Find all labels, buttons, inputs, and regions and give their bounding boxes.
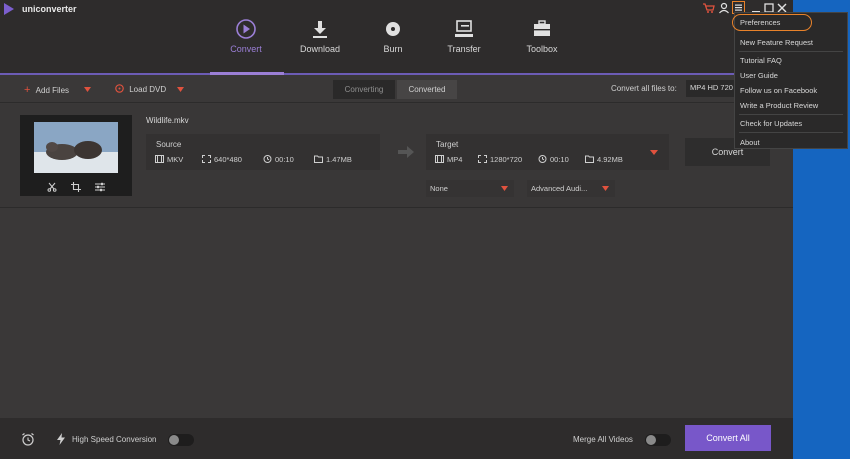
alarm-clock-icon[interactable] (21, 432, 35, 446)
target-format: MP4 (435, 155, 462, 164)
file-name: Wildlife.mkv (146, 116, 189, 125)
app-title: uniconverter (22, 4, 77, 14)
target-info: Target MP4 1280*720 00:10 4.92MB (426, 134, 669, 170)
menu-divider (739, 114, 843, 115)
add-files-dropdown-icon[interactable] (84, 87, 91, 92)
disc-icon (386, 22, 400, 36)
menu-item-check-updates[interactable]: Check for Updates (740, 119, 802, 128)
source-title: Source (156, 140, 182, 149)
menu-divider (739, 51, 843, 52)
tab-converted[interactable]: Converted (397, 80, 457, 99)
source-duration: 00:10 (263, 155, 294, 164)
toolbox-icon (534, 20, 550, 36)
source-info: Source MKV 640*480 00:10 1.47MB (146, 134, 380, 170)
source-format-value: MKV (167, 155, 184, 164)
convert-all-button[interactable]: Convert All (685, 425, 771, 451)
tab-transfer[interactable]: Transfer (446, 18, 482, 54)
load-dvd-dropdown-icon[interactable] (177, 87, 184, 92)
cart-icon[interactable] (702, 2, 716, 14)
clock-icon (538, 155, 547, 163)
menu-item-follow-facebook[interactable]: Follow us on Facebook (740, 86, 817, 95)
source-format: MKV (155, 155, 183, 164)
film-icon (155, 155, 164, 163)
main-menu: Preferences New Feature Request Tutorial… (734, 12, 848, 149)
arrow-right-icon (398, 146, 414, 158)
add-files-label: Add Files (35, 86, 70, 95)
crop-icon[interactable] (71, 182, 81, 192)
add-files-button[interactable]: + Add Files (24, 84, 69, 96)
tab-convert[interactable]: Convert (228, 18, 264, 54)
source-size-value: 1.47MB (326, 155, 352, 164)
download-icon (313, 21, 327, 38)
preferences-highlight (732, 14, 812, 31)
target-resolution-value: 1280*720 (490, 155, 523, 164)
high-speed-conversion-label: High Speed Conversion (72, 435, 157, 444)
plus-icon: + (24, 84, 31, 96)
resize-icon (478, 155, 487, 163)
target-dropdown-icon[interactable] (649, 148, 659, 156)
video-thumbnail[interactable] (20, 115, 132, 196)
tab-download[interactable]: Download (298, 18, 342, 54)
menu-item-tutorial-faq[interactable]: Tutorial FAQ (740, 56, 782, 65)
toggle-knob (169, 435, 179, 445)
source-size: 1.47MB (314, 155, 352, 164)
target-resolution: 1280*720 (478, 155, 522, 164)
tab-download-label: Download (299, 44, 341, 54)
tab-convert-label: Convert (230, 44, 262, 54)
target-size-value: 4.92MB (597, 155, 623, 164)
user-icon[interactable] (717, 2, 731, 14)
tab-toolbox-label: Toolbox (526, 44, 558, 54)
menu-item-new-feature-request[interactable]: New Feature Request (740, 38, 813, 47)
target-title: Target (436, 140, 459, 149)
target-size: 4.92MB (585, 155, 623, 164)
app-logo-icon (4, 3, 14, 15)
transfer-icon (455, 20, 473, 37)
menu-item-about[interactable]: About (740, 138, 760, 147)
resize-icon (202, 155, 211, 163)
menu-divider (739, 132, 843, 133)
tab-transfer-label: Transfer (447, 44, 481, 54)
active-tab-indicator (210, 72, 284, 75)
thumbnail-tools (20, 177, 132, 196)
subtitle-dropdown-icon (501, 186, 508, 191)
target-format-value: MP4 (447, 155, 463, 164)
dvd-icon (115, 84, 124, 93)
convert-all-files-to-label: Convert all files to: (611, 84, 677, 93)
folder-icon (585, 155, 594, 163)
tab-toolbox[interactable]: Toolbox (523, 18, 561, 54)
menu-item-write-review[interactable]: Write a Product Review (740, 101, 818, 110)
source-duration-value: 00:10 (275, 155, 294, 164)
clock-icon (263, 155, 272, 163)
tab-burn[interactable]: Burn (380, 18, 406, 54)
title-bar: uniconverter Convert Download Burn Trans… (0, 0, 793, 74)
tab-converting[interactable]: Converting (333, 80, 395, 99)
subtitle-select[interactable]: None (426, 180, 514, 197)
source-resolution: 640*480 (202, 155, 242, 164)
tab-burn-label: Burn (383, 44, 403, 54)
menu-item-user-guide[interactable]: User Guide (740, 71, 778, 80)
toggle-knob (646, 435, 656, 445)
audio-dropdown-icon (602, 186, 609, 191)
convert-icon (236, 19, 256, 39)
load-dvd-label: Load DVD (129, 85, 167, 94)
scissors-icon[interactable] (47, 182, 57, 192)
film-icon (435, 155, 444, 163)
merge-all-toggle[interactable] (645, 434, 671, 446)
thumbnail-image (34, 122, 118, 173)
load-dvd-button[interactable]: Load DVD (115, 84, 166, 94)
high-speed-toggle[interactable] (168, 434, 194, 446)
source-resolution-value: 640*480 (214, 155, 242, 164)
audio-select[interactable]: Advanced Audi... (527, 180, 615, 197)
target-duration-value: 00:10 (550, 155, 569, 164)
audio-select-value: Advanced Audi... (531, 184, 588, 193)
merge-all-videos-label: Merge All Videos (573, 435, 633, 444)
nav-divider (0, 73, 793, 75)
subtitle-select-value: None (430, 184, 448, 193)
lightning-icon (57, 433, 65, 445)
effects-icon[interactable] (95, 182, 105, 192)
target-duration: 00:10 (538, 155, 569, 164)
app-window: uniconverter Convert Download Burn Trans… (0, 0, 793, 459)
folder-icon (314, 155, 323, 163)
